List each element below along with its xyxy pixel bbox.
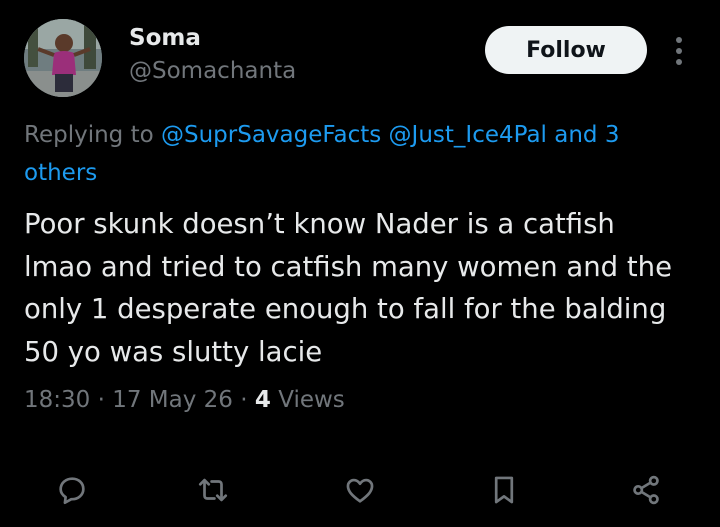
mention-link[interactable]: @SuprSavageFacts: [161, 122, 381, 148]
avatar[interactable]: [24, 19, 102, 97]
post-date[interactable]: 17 May 26: [112, 387, 233, 413]
post-text: Poor skunk doesn’t know Nader is a catfi…: [24, 208, 672, 368]
post-time[interactable]: 18:30: [24, 387, 90, 413]
meta-separator: ·: [240, 387, 248, 413]
post-meta: 18:30 · 17 May 26 · 4 Views: [24, 387, 345, 413]
share-button[interactable]: [626, 470, 666, 510]
bookmark-button[interactable]: [484, 470, 524, 510]
follow-button[interactable]: Follow: [485, 26, 647, 74]
mention-link[interactable]: @Just_Ice4Pal: [389, 122, 547, 148]
replying-prefix: Replying to: [24, 122, 154, 148]
reply-context: Replying to @SuprSavageFacts @Just_Ice4P…: [24, 116, 684, 192]
share-icon: [633, 475, 659, 505]
bookmark-icon: [494, 476, 514, 504]
views-count: 4: [254, 387, 271, 413]
like-icon: [346, 478, 374, 503]
views-label: Views: [278, 387, 345, 413]
reply-button[interactable]: [52, 470, 92, 510]
like-button[interactable]: [340, 470, 380, 510]
display-name[interactable]: Soma: [129, 25, 201, 51]
repost-button[interactable]: [193, 470, 233, 510]
repost-icon: [198, 478, 228, 502]
reply-icon: [59, 477, 85, 505]
more-options-icon[interactable]: [671, 36, 687, 66]
user-handle[interactable]: @Somachanta: [129, 58, 296, 84]
meta-separator: ·: [97, 387, 105, 413]
